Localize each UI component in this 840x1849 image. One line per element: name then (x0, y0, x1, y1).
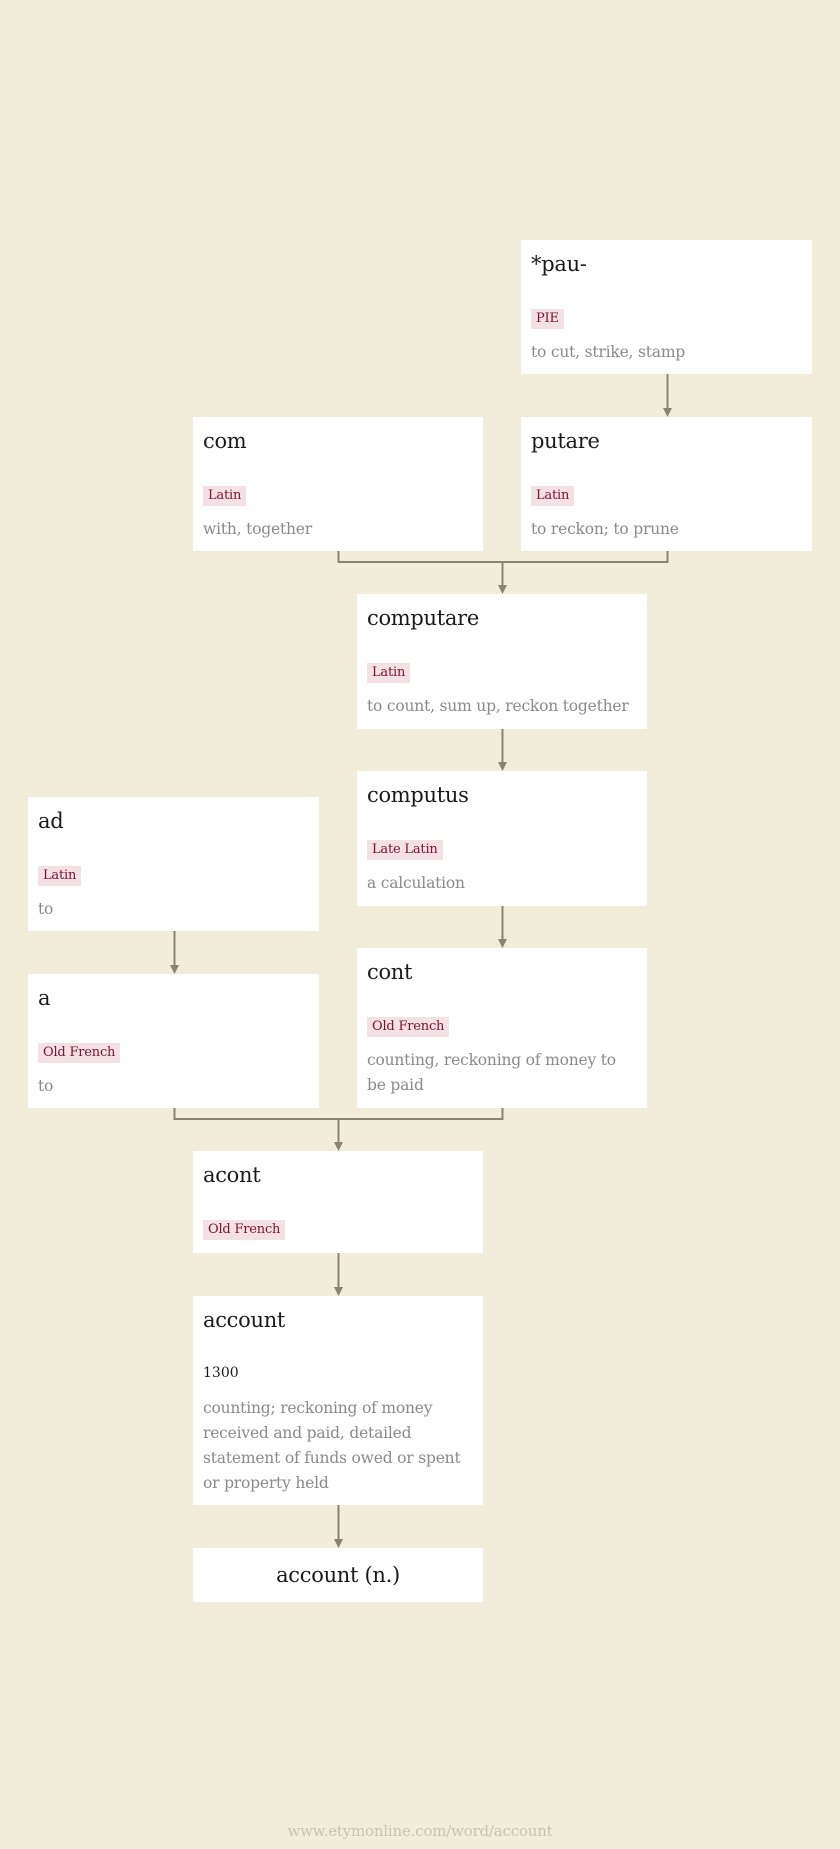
etymon-node-cont[interactable]: cont Old French counting, reckoning of m… (357, 948, 647, 1108)
node-word: com (203, 429, 247, 453)
node-gloss: counting; reckoning of money received an… (203, 1399, 461, 1492)
etymon-node-computare[interactable]: computare Latin to count, sum up, reckon… (357, 594, 647, 729)
node-gloss: with, together (203, 520, 312, 538)
etymon-node-ad[interactable]: ad Latin to (28, 797, 319, 931)
arrowhead-icon (170, 965, 179, 974)
node-word: computus (367, 783, 469, 807)
etymon-node-a[interactable]: a Old French to (28, 974, 319, 1108)
node-year: 1300 (203, 1365, 239, 1381)
arrowhead-icon (498, 939, 507, 948)
arrowhead-icon (334, 1539, 343, 1548)
node-word: account (203, 1308, 286, 1332)
language-tag: Old French (203, 1220, 286, 1240)
etymon-node-pau[interactable]: *pau- PIE to cut, strike, stamp (521, 240, 812, 374)
etymon-node-computus[interactable]: computus Late Latin a calculation (357, 771, 647, 906)
language-tag: Old French (38, 1043, 121, 1063)
node-word: computare (367, 606, 480, 630)
language-tag: Latin (367, 663, 411, 683)
node-gloss: to (38, 900, 54, 918)
node-gloss: counting, reckoning of money to be paid (367, 1051, 616, 1094)
node-gloss: to reckon; to prune (531, 520, 679, 538)
headword: account (n.) (276, 1563, 400, 1587)
node-word: putare (531, 429, 600, 453)
language-tag: PIE (531, 309, 564, 329)
source-url: www.etymonline.com/word/account (287, 1822, 553, 1840)
etymon-node-account[interactable]: account 1300 counting; reckoning of mone… (193, 1296, 483, 1505)
etymon-node-putare[interactable]: putare Latin to reckon; to prune (521, 417, 812, 551)
node-word: *pau- (531, 252, 587, 276)
node-gloss: to count, sum up, reckon together (367, 697, 629, 715)
node-word: a (38, 986, 51, 1010)
etymon-node-final[interactable]: account (n.) (193, 1548, 483, 1602)
arrowhead-icon (663, 408, 672, 417)
node-word: cont (367, 960, 413, 984)
language-tag: Latin (531, 486, 575, 506)
node-gloss: to cut, strike, stamp (531, 343, 686, 361)
node-word: acont (203, 1163, 261, 1187)
language-tag: Latin (203, 486, 247, 506)
language-tag: Old French (367, 1017, 450, 1037)
arrowhead-icon (334, 1142, 343, 1151)
node-gloss: a calculation (367, 874, 465, 892)
node-gloss: to (38, 1077, 54, 1095)
arrowhead-icon (334, 1287, 343, 1296)
language-tag: Late Latin (367, 840, 443, 860)
etymon-node-com[interactable]: com Latin with, together (193, 417, 483, 551)
arrowhead-icon (498, 762, 507, 771)
arrowhead-icon (498, 585, 507, 594)
node-word: ad (38, 809, 64, 833)
etymon-node-acont[interactable]: acont Old French (193, 1151, 483, 1253)
language-tag: Latin (38, 866, 82, 886)
